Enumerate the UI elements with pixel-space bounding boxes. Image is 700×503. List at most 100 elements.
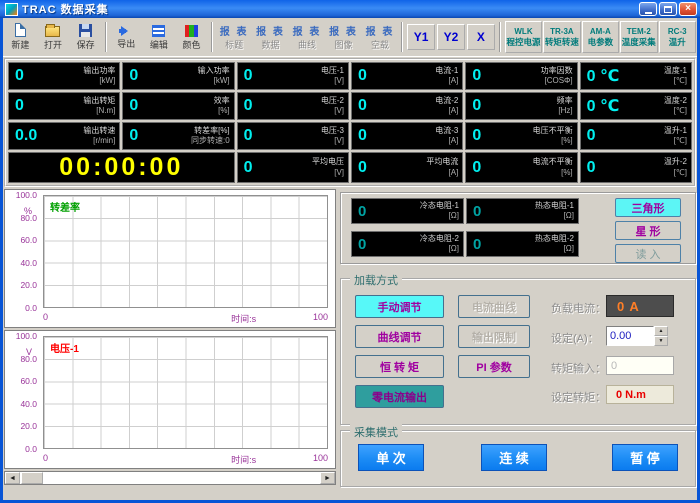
voltage1-chart: 100.0 V 80.0 60.0 40.0 20.0 0.0 电压-1 0 时… [4, 330, 336, 469]
spin-up-icon[interactable]: ▲ [654, 326, 668, 336]
load-current-label: 负载电流： [551, 300, 606, 316]
save-floppy-icon [79, 24, 92, 37]
export-label: 导出 [117, 37, 135, 50]
manual-adjust-button[interactable]: 手动调节 [355, 295, 444, 318]
scrollbar-track[interactable] [20, 472, 320, 484]
report-image-button[interactable]: 报 表 图像 [325, 21, 361, 53]
y2-axis-button[interactable]: Y2 [437, 24, 465, 50]
meter-slip-rate: 0转差率[%]同步转速:0 [122, 122, 234, 150]
constant-torque-button[interactable]: 恒 转 矩 [355, 355, 444, 378]
save-button[interactable]: 保存 [69, 20, 102, 54]
output-limit-button[interactable]: 输出限制 [458, 325, 530, 348]
toolbar-separator [401, 22, 403, 52]
wlk-power-button[interactable]: WLK 程控电源 [505, 21, 542, 53]
voltage1-x-axis: 0 时间:s 100 [43, 453, 328, 466]
ama-electrical-button[interactable]: AM-A 电参数 [582, 21, 619, 53]
app-window: TRAC 数据采集 × 新建 打开 保存 导出 编辑 [0, 0, 700, 503]
current-curve-button[interactable]: 电流曲线 [458, 295, 530, 318]
toolbar: 新建 打开 保存 导出 编辑 颜色 报 表 标题 报 表 数据 [3, 18, 697, 57]
new-label: 新建 [11, 38, 29, 51]
scroll-right-arrow[interactable]: ► [320, 472, 335, 484]
meter-temperature-1: 0 ℃温度-1[℃] [580, 62, 692, 90]
meter-voltage-1: 0电压-1[V] [237, 62, 349, 90]
minimize-icon [645, 12, 652, 14]
report-noload-button[interactable]: 报 表 空载 [362, 21, 398, 53]
set-current-input[interactable] [606, 326, 654, 346]
report-curve-button[interactable]: 报 表 曲线 [289, 21, 325, 53]
right-panel: 0冷态电阻-1[Ω] 0热态电阻-1[Ω] 0冷态电阻-2[Ω] 0热态电阻-2… [337, 189, 700, 489]
meter-hot-resistance-1: 0热态电阻-1[Ω] [466, 198, 579, 224]
meter-voltage-3: 0电压-3[V] [237, 122, 349, 150]
meter-temprise-2: 0温升-2[℃] [580, 152, 692, 183]
y1-axis-button[interactable]: Y1 [407, 24, 435, 50]
meter-current-1: 0电流-1[A] [351, 62, 463, 90]
x-axis-button[interactable]: X [467, 24, 495, 50]
zero-current-output-button[interactable]: 零电流输出 [355, 385, 444, 408]
minimize-button[interactable] [639, 2, 657, 16]
load-mode-title: 加载方式 [350, 272, 402, 288]
load-mode-panel: 加载方式 手动调节 曲线调节 恒 转 矩 零电流输出 电流曲线 输出限制 PI … [340, 278, 696, 425]
report-data-button[interactable]: 报 表 数据 [252, 21, 288, 53]
scrollbar-thumb[interactable] [21, 472, 43, 484]
slip-rate-x-axis: 0 时间:s 100 [43, 312, 328, 325]
report-title-button[interactable]: 报 表 标题 [216, 21, 252, 53]
continuous-capture-button[interactable]: 连 续 [481, 444, 547, 471]
timer-value: 00:00:00 [59, 153, 183, 182]
voltage1-plot-area[interactable]: 电压-1 [43, 336, 328, 449]
meter-frequency: 0频率[Hz] [465, 92, 577, 120]
meter-current-unbalance: 0电流不平衡[%] [465, 152, 577, 183]
capture-mode-panel: 采集模式 单 次 连 续 暂 停 [340, 430, 696, 487]
slip-rate-chart: 100.0 % 80.0 60.0 40.0 20.0 0.0 转差率 0 时间… [4, 189, 336, 328]
titlebar: TRAC 数据采集 × [0, 0, 700, 18]
window-title: TRAC 数据采集 [22, 1, 109, 17]
tr3a-torque-speed-button[interactable]: TR-3A 转矩转速 [543, 21, 580, 53]
meter-power-factor: 0功率因数[COSΦ] [465, 62, 577, 90]
spin-down-icon[interactable]: ▼ [654, 336, 668, 346]
slip-rate-y-axis: 100.0 % 80.0 60.0 40.0 20.0 0.0 [5, 195, 40, 308]
meter-output-torque: 0输出转矩[N.m] [8, 92, 120, 120]
edit-button[interactable]: 编辑 [143, 20, 176, 54]
meter-average-voltage: 0平均电压[V] [237, 152, 349, 183]
open-button[interactable]: 打开 [37, 20, 70, 54]
pi-params-button[interactable]: PI 参数 [458, 355, 530, 378]
chart-scrollbar[interactable]: ◄ ► [4, 471, 336, 485]
meter-temprise-1: 0温升-1[℃] [580, 122, 692, 150]
color-bars-icon [185, 25, 198, 37]
read-in-button[interactable]: 读 入 [615, 244, 681, 263]
meter-current-2: 0电流-2[A] [351, 92, 463, 120]
export-button[interactable]: 导出 [110, 20, 143, 54]
edit-label: 编辑 [150, 38, 168, 51]
meter-output-speed: 0.0输出转速[r/min] [8, 122, 120, 150]
elapsed-timer: 00:00:00 [8, 152, 235, 183]
new-button[interactable]: 新建 [4, 20, 37, 54]
delta-wiring-button[interactable]: 三角形 [615, 198, 681, 217]
meter-hot-resistance-2: 0热态电阻-2[Ω] [466, 231, 579, 257]
meter-voltage-unbalance: 0电压不平衡[%] [465, 122, 577, 150]
star-wiring-button[interactable]: 星 形 [615, 221, 681, 240]
resistance-panel: 0冷态电阻-1[Ω] 0热态电阻-1[Ω] 0冷态电阻-2[Ω] 0热态电阻-2… [340, 192, 696, 264]
load-current-display: 0 A [606, 295, 674, 317]
maximize-button[interactable] [659, 2, 677, 16]
meter-average-current: 0平均电流[A] [351, 152, 463, 183]
close-button[interactable]: × [679, 2, 697, 16]
toolbar-separator [499, 22, 501, 52]
slip-rate-plot-area[interactable]: 转差率 [43, 195, 328, 308]
curve-adjust-button[interactable]: 曲线调节 [355, 325, 444, 348]
rc3-temprise-button[interactable]: RC-3 温升 [659, 21, 696, 53]
pause-capture-button[interactable]: 暂 停 [612, 444, 678, 471]
color-button[interactable]: 颜色 [175, 20, 208, 54]
tem2-temperature-button[interactable]: TEM-2 温度采集 [620, 21, 657, 53]
capture-mode-title: 采集模式 [350, 424, 402, 440]
toolbar-separator [211, 22, 213, 52]
maximize-icon [664, 6, 672, 13]
torque-input-field[interactable] [606, 356, 674, 375]
single-capture-button[interactable]: 单 次 [358, 444, 424, 471]
edit-list-icon [152, 25, 165, 37]
scroll-left-arrow[interactable]: ◄ [5, 472, 20, 484]
set-current-spinner: ▲ ▼ [606, 326, 668, 346]
torque-input-label: 转矩输入： [551, 360, 606, 376]
meter-grid: 0输出功率[kW] 0输入功率[kW] 0电压-1[V] 0电流-1[A] 0功… [4, 58, 696, 187]
x-axis-label: 时间:s [231, 312, 256, 325]
meter-cold-resistance-2: 0冷态电阻-2[Ω] [351, 231, 464, 257]
app-icon [5, 3, 18, 16]
